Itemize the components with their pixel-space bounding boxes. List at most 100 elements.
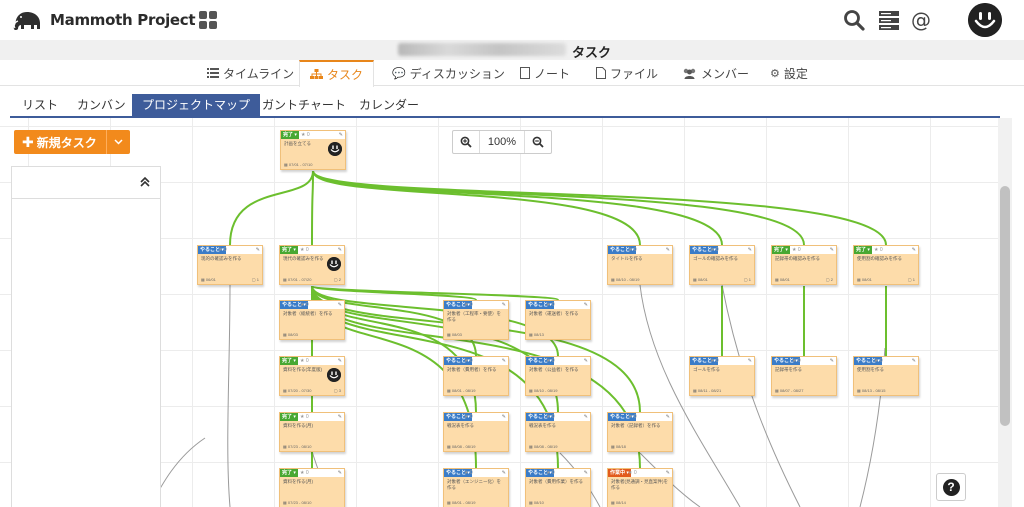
task-card-header: やること ▾ ★ 0 ✎ (854, 357, 918, 365)
task-card[interactable]: やること ▾ ★ 0 ✎ 対象者（エンジニー化）を作る ▦ 08/01 - 08/19 (443, 468, 509, 507)
task-card[interactable]: やること ▾ ★ 0 ✎ 記録帯を作る ▦ 08/07 - 08/27 (771, 356, 837, 396)
star-icon[interactable]: ★ 0 (628, 246, 637, 254)
app-name: Mammoth Project (50, 11, 196, 29)
star-icon[interactable]: ★ 0 (301, 131, 310, 139)
assignee-avatar[interactable] (327, 257, 341, 271)
tab-settings[interactable]: ⚙ 設定 (760, 60, 818, 86)
paperclip-icon: ✎ (583, 470, 588, 476)
tab-members[interactable]: メンバー (672, 60, 759, 86)
tab-file[interactable]: ファイル (586, 60, 668, 86)
star-icon[interactable]: ★ 0 (464, 413, 473, 421)
task-card[interactable]: やること ▾ ★ 0 ✎ 戦況表を作る ▦ 08/08 - 08/19 (443, 412, 509, 452)
tab-tasks[interactable]: タスク (299, 60, 375, 87)
star-icon[interactable]: ★ 0 (464, 469, 473, 477)
server-list-icon[interactable] (877, 8, 901, 32)
status-badge[interactable]: 完了 ▾ (854, 246, 872, 254)
task-card[interactable]: やること ▾ ★ 0 ✎ 対象者（記録者）を作る ▦ 08/18 (607, 412, 673, 452)
star-icon[interactable]: ★ 0 (464, 357, 473, 365)
star-icon[interactable]: ★ 0 (300, 357, 309, 365)
assignee-avatar[interactable] (327, 368, 341, 382)
assignee-avatar[interactable] (328, 142, 342, 156)
task-card[interactable]: やること ▾ ★ 0 ✎ ゴールの確認みを作る ▦ 08/01 ▢ 1 (689, 245, 755, 285)
task-card[interactable]: やること ▾ ★ 0 ✎ 使用割を作る ▦ 08/13 - 08/15 (853, 356, 919, 396)
task-card[interactable]: やること ▾ ★ 0 ✎ 対象者（工程率・要使）を作る ▦ 08/03 (443, 300, 509, 340)
task-card[interactable]: やること ▾ ★ 0 ✎ 対象者（公益者）を作る ▦ 08/10 - 08/19 (525, 356, 591, 396)
apps-grid-icon[interactable] (199, 11, 217, 29)
star-icon[interactable]: ★ 0 (628, 413, 637, 421)
task-card-header: 完了 ▾ ★ 0 ✎ (854, 246, 918, 254)
user-avatar[interactable] (968, 3, 1002, 37)
star-icon[interactable]: ★ 0 (546, 413, 555, 421)
subtab-project-map[interactable]: プロジェクトマップ (132, 94, 261, 116)
star-icon[interactable]: ★ 0 (300, 246, 309, 254)
star-icon[interactable]: ★ 0 (710, 246, 719, 254)
task-card[interactable]: やること ▾ ★ 0 ✎ 戦況表を作る ▦ 08/08 - 08/19 (525, 412, 591, 452)
zoom-out-button[interactable] (525, 131, 551, 153)
tab-timeline[interactable]: タイムライン (197, 60, 304, 86)
star-icon[interactable]: ★ 0 (546, 301, 555, 309)
mentions-icon[interactable]: @ (911, 8, 931, 32)
search-icon[interactable] (842, 8, 866, 32)
zoom-in-button[interactable] (453, 131, 479, 153)
tab-label: ディスカッション (409, 66, 505, 81)
task-card[interactable]: 作業中 ▾ ★ 0 ✎ 対象者(見通調・見直案件)を作る ▦ 08/14 (607, 468, 673, 507)
task-card[interactable]: やること ▾ ★ 0 ✎ 対象者（運送者）を作る ▦ 08/13 (525, 300, 591, 340)
star-icon[interactable]: ★ 0 (300, 301, 309, 309)
comment-count-text: 1 (748, 277, 751, 282)
task-card[interactable]: やること ▾ ★ 0 ✎ 対象者（費用者）を作る ▦ 08/01 - 08/19 (443, 356, 509, 396)
star-icon[interactable]: ★ 0 (628, 469, 637, 477)
task-date-text: 08/01 - 08/19 (451, 388, 476, 393)
task-date: ▦ 08/14 (611, 500, 626, 505)
tab-note[interactable]: ノート (510, 60, 580, 86)
task-card[interactable]: 完了 ▾ ★ 0 ✎ 現代の確認みを作る ▦ 07/01 - 07/20 ▢ 2 (279, 245, 345, 285)
double-chevron-up-icon[interactable] (138, 175, 152, 189)
task-date-text: 08/08 - 08/19 (451, 444, 476, 449)
star-icon[interactable]: ★ 0 (792, 246, 801, 254)
subtab-gantt[interactable]: ガントチャート (252, 94, 356, 116)
paperclip-icon: ✎ (665, 470, 670, 476)
task-card[interactable]: やること ▾ ★ 0 ✎ 対象者（費用作業）を作る ▦ 08/10 (525, 468, 591, 507)
task-card-header: 作業中 ▾ ★ 0 ✎ (608, 469, 672, 477)
star-icon[interactable]: ★ 0 (874, 357, 883, 365)
subtab-calendar[interactable]: カレンダー (349, 94, 429, 116)
status-badge[interactable]: 完了 ▾ (772, 246, 790, 254)
star-icon[interactable]: ★ 0 (792, 357, 801, 365)
star-icon[interactable]: ★ 0 (300, 413, 309, 421)
subtab-kanban[interactable]: カンバン (67, 94, 136, 116)
main-tabs: タイムライン タスク 💬 ディスカッション ノート ファイル メンバー ⚙ 設定 (0, 60, 1024, 87)
new-task-dropdown-button[interactable] (105, 130, 130, 154)
help-button[interactable]: ? (936, 473, 966, 501)
subtab-list[interactable]: リスト (12, 94, 68, 116)
tab-discussion[interactable]: 💬 ディスカッション (382, 60, 515, 86)
star-icon[interactable]: ★ 0 (710, 357, 719, 365)
task-card[interactable]: 完了 ▾ ★ 0 ✎ 資料を作る(年度版) ▦ 07/20 - 07/30 ▢ 3 (279, 356, 345, 396)
scrollbar-thumb[interactable] (1000, 186, 1010, 426)
project-map-canvas[interactable]: ✚ 新規タスク 100% 完了 ▾ ★ 0 ✎ 計画を立てる ▦ 07/01 - 07/1… (0, 118, 998, 507)
task-card[interactable]: やること ▾ ★ 0 ✎ 现的の確認みを作る ▦ 06/01 ▢ 1 (197, 245, 263, 285)
task-card[interactable]: やること ▾ ★ 0 ✎ 対象者（総統者）を作る ▦ 08/03 (279, 300, 345, 340)
star-icon[interactable]: ★ 0 (300, 469, 309, 477)
star-icon[interactable]: ★ 0 (546, 469, 555, 477)
status-badge[interactable]: 完了 ▾ (280, 413, 298, 421)
status-badge[interactable]: 完了 ▾ (280, 469, 298, 477)
task-card[interactable]: 完了 ▾ ★ 0 ✎ 資料を作る(月) ▦ 07/23 - 08/10 (279, 412, 345, 452)
task-card[interactable]: やること ▾ ★ 0 ✎ ゴールを作る ▦ 08/11 - 08/21 (689, 356, 755, 396)
star-icon[interactable]: ★ 0 (546, 357, 555, 365)
star-icon[interactable]: ★ 0 (874, 246, 883, 254)
vertical-scrollbar[interactable] (998, 118, 1012, 507)
task-date: ▦ 08/01 (775, 277, 790, 282)
task-card[interactable]: 完了 ▾ ★ 0 ✎ 使用割の確認みを作る ▦ 08/01 ▢ 1 (853, 245, 919, 285)
task-title: 対象者（費用作業）を作る (529, 479, 583, 484)
status-badge[interactable]: 完了 ▾ (281, 131, 299, 139)
star-icon[interactable]: ★ 0 (218, 246, 227, 254)
status-badge[interactable]: 完了 ▾ (280, 246, 298, 254)
task-card[interactable]: 完了 ▾ ★ 0 ✎ 資料を作る(月) ▦ 07/23 - 08/10 (279, 468, 345, 507)
status-badge[interactable]: 完了 ▾ (280, 357, 298, 365)
task-card[interactable]: やること ▾ ★ 0 ✎ タイトルを作る ▦ 08/10 - 08/19 (607, 245, 673, 285)
star-icon[interactable]: ★ 0 (464, 301, 473, 309)
task-card[interactable]: 完了 ▾ ★ 0 ✎ 計画を立てる ▦ 07/01 - 07/10 (280, 130, 346, 170)
new-task-button[interactable]: ✚ 新規タスク (14, 130, 106, 154)
task-card[interactable]: 完了 ▾ ★ 0 ✎ 記録帯の確認みを作る ▦ 08/01 ▢ 2 (771, 245, 837, 285)
app-logo[interactable]: Mammoth Project (10, 7, 196, 33)
task-date: ▦ 08/10 - 08/19 (611, 277, 640, 282)
